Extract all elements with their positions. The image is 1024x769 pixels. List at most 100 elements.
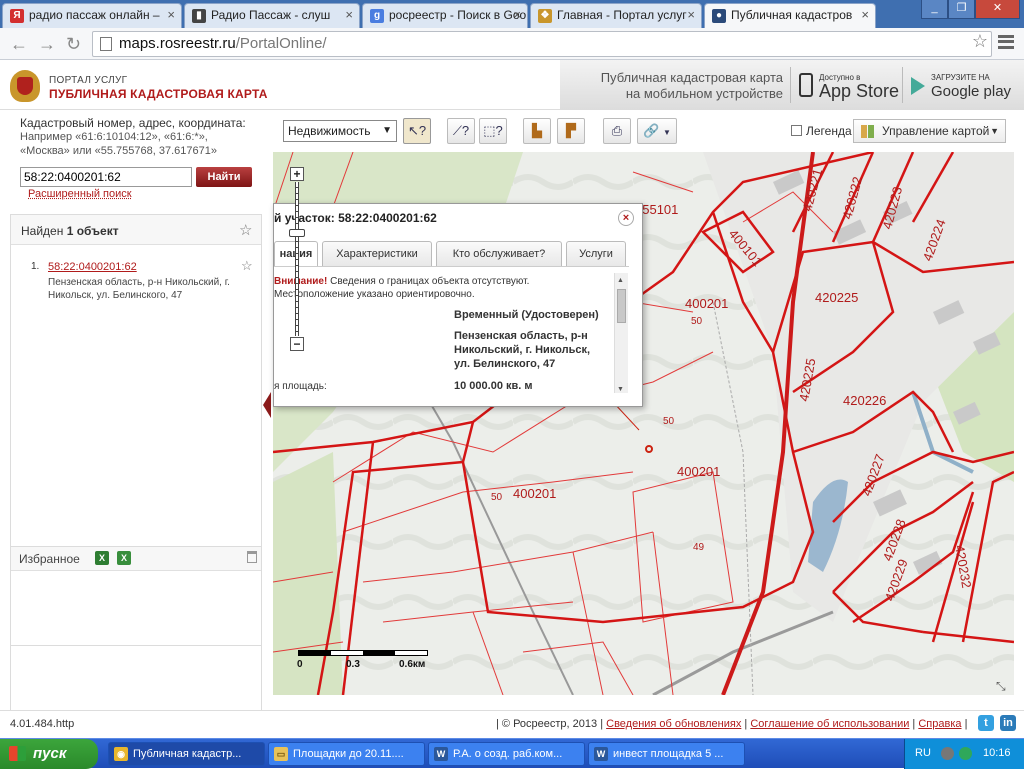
tab-who-serves[interactable]: Кто обслуживает? — [436, 241, 562, 266]
clock[interactable]: 10:16 — [983, 747, 1011, 759]
excel-import-icon[interactable]: X — [117, 551, 131, 565]
scroll-thumb[interactable] — [617, 289, 626, 323]
scale-label: 0.3 — [346, 659, 360, 670]
back-icon[interactable]: ← — [10, 34, 28, 54]
help-link[interactable]: Справка — [918, 718, 961, 730]
close-icon[interactable]: × — [687, 4, 695, 26]
star-icon[interactable]: ☆ — [239, 221, 252, 239]
google-play-badge[interactable]: ЗАГРУЗИТЕ НА Google play — [902, 67, 1022, 103]
warning-label: Внимание! — [274, 276, 328, 287]
zoom-slider-handle[interactable] — [289, 229, 305, 237]
scale-label: 0 — [297, 659, 303, 670]
area-info-button[interactable]: ⬚? — [479, 118, 507, 144]
warning-message: Сведения о границах объекта отсутствуют. — [327, 276, 530, 287]
start-button[interactable]: пуск — [0, 739, 98, 769]
language-indicator[interactable]: RU — [915, 747, 931, 759]
close-icon[interactable]: × — [861, 4, 869, 26]
antivirus-icon[interactable] — [959, 747, 972, 760]
zoom-in-button[interactable]: + — [290, 167, 304, 181]
gplay-big-text: Google play — [931, 83, 1012, 100]
twitter-icon[interactable]: t — [978, 715, 994, 731]
close-icon[interactable]: × — [513, 4, 521, 26]
legend-checkbox[interactable] — [791, 125, 802, 136]
tab-services[interactable]: Услуги — [566, 241, 626, 266]
tab-title: Публичная кадастров — [731, 8, 853, 22]
close-icon[interactable]: × — [167, 4, 175, 26]
scroll-up-icon[interactable]: ▲ — [617, 274, 624, 287]
collapse-panel-handle[interactable] — [263, 392, 271, 418]
resize-icon[interactable]: ⤡ — [996, 679, 1006, 694]
browser-tab-3[interactable]: g росреестр - Поиск в Goo × — [362, 3, 528, 28]
chevron-down-icon: ▼ — [662, 128, 671, 137]
chrome-icon: ◉ — [114, 747, 128, 761]
measure-route-button[interactable]: ⟋? — [447, 118, 475, 144]
area-info-icon: ⬚? — [483, 123, 503, 138]
excel-export-icon[interactable]: X — [95, 551, 109, 565]
close-icon[interactable]: × — [618, 210, 634, 226]
browser-tab-2[interactable]: ▮ Радио Пассаж - слуш × — [184, 3, 360, 28]
close-window-button[interactable]: ✕ — [975, 0, 1020, 19]
link-button[interactable]: 🔗 ▼ — [637, 118, 677, 144]
search-hint-examples-1: Например «61:6:10104:12», «61:6:*», — [20, 131, 208, 143]
taskbar-item[interactable]: Wинвест площадка 5 ... — [588, 742, 745, 766]
url-path: /PortalOnline/ — [235, 35, 327, 52]
taskbar-item[interactable]: ▭ Площадки до 20.11.... — [268, 742, 425, 766]
updates-link[interactable]: Сведения об обновлениях — [606, 718, 741, 730]
taskbar-item[interactable]: ◉ Публичная кадастр... — [108, 742, 265, 766]
result-number: 1. — [31, 261, 40, 272]
identify-tool-button[interactable]: ↖? — [403, 118, 431, 144]
separator: | — [744, 718, 748, 730]
result-link[interactable]: 58:22:0400201:62 — [48, 261, 137, 273]
linkedin-icon[interactable]: in — [1000, 715, 1016, 731]
find-button[interactable]: Найти — [196, 167, 252, 187]
network-icon[interactable] — [941, 747, 954, 760]
scroll-down-icon[interactable]: ▼ — [617, 383, 624, 394]
address-bar[interactable]: maps.rosreestr.ru/PortalOnline/ — [92, 31, 992, 57]
minimize-button[interactable]: _ — [921, 0, 948, 19]
browser-tab-1[interactable]: Ярадио пассаж онлайн – × — [2, 3, 182, 28]
reload-icon[interactable]: ↻ — [66, 34, 81, 54]
taskbar-item[interactable]: W Р.А. о созд. раб.ком... — [428, 742, 585, 766]
print-button[interactable]: ⎙ — [603, 118, 631, 144]
popup-scrollbar[interactable]: ▲ ▼ — [614, 273, 628, 393]
status-value: Временный (Удостоверен) — [454, 309, 599, 321]
emblem-icon: ❖ — [538, 9, 552, 23]
star-icon[interactable]: ☆ — [241, 258, 253, 274]
zoom-slider[interactable] — [295, 182, 299, 336]
measure-area-button[interactable]: ▛ — [557, 118, 585, 144]
mobile-promo: Публичная кадастровая карта на мобильном… — [560, 60, 1024, 110]
page-footer: 4.01.484.http | © Росреестр, 2013 | Свед… — [0, 710, 1024, 738]
window-controls: _ ❐ ✕ — [921, 0, 1020, 20]
maximize-button[interactable]: ❐ — [948, 0, 975, 19]
area-label: я площадь: — [274, 381, 327, 392]
area-value: 10 000.00 кв. м — [454, 380, 533, 392]
forward-icon[interactable]: → — [38, 34, 56, 54]
map-management-dropdown[interactable]: Управление картой ▼ — [853, 119, 1006, 143]
separator: | — [912, 718, 916, 730]
advanced-search-link[interactable]: Расширенный поиск — [28, 188, 132, 200]
print-icon: ⎙ — [611, 123, 623, 138]
terms-link[interactable]: Соглашение об использовании — [750, 718, 909, 730]
bookmark-star-icon[interactable]: ☆ — [972, 31, 988, 52]
favorites-title: Избранное — [19, 552, 80, 566]
app-store-badge[interactable]: Доступно в App Store — [790, 67, 900, 103]
zoom-out-button[interactable]: − — [290, 337, 304, 351]
layer-select[interactable]: Недвижимость ▼ — [283, 120, 397, 142]
separator: | — [964, 718, 968, 730]
search-input[interactable] — [20, 167, 192, 187]
favorites-header: Избранное X X — [11, 547, 261, 571]
scale-label: 0.6км — [399, 659, 426, 670]
tab-title: Главная - Портал услуг — [557, 8, 687, 22]
measure-length-button[interactable]: ▙ — [523, 118, 551, 144]
tab-characteristics[interactable]: Характеристики — [322, 241, 432, 266]
forest-area — [273, 452, 343, 695]
close-icon[interactable]: × — [345, 4, 353, 26]
browser-tab-5[interactable]: ● Публичная кадастров × — [704, 3, 876, 29]
portal-title[interactable]: ПУБЛИЧНАЯ КАДАСТРОВАЯ КАРТА — [49, 87, 268, 101]
results-header: Найден 1 объект ☆ — [11, 215, 261, 245]
browser-menu-icon[interactable] — [998, 35, 1014, 49]
trash-icon[interactable] — [247, 551, 257, 563]
browser-tab-4[interactable]: ❖ Главная - Портал услуг × — [530, 3, 702, 28]
address-value: Пензенская область, р-н Никольский, г. Н… — [454, 330, 591, 370]
tab-title: радио пассаж онлайн – — [29, 8, 160, 22]
